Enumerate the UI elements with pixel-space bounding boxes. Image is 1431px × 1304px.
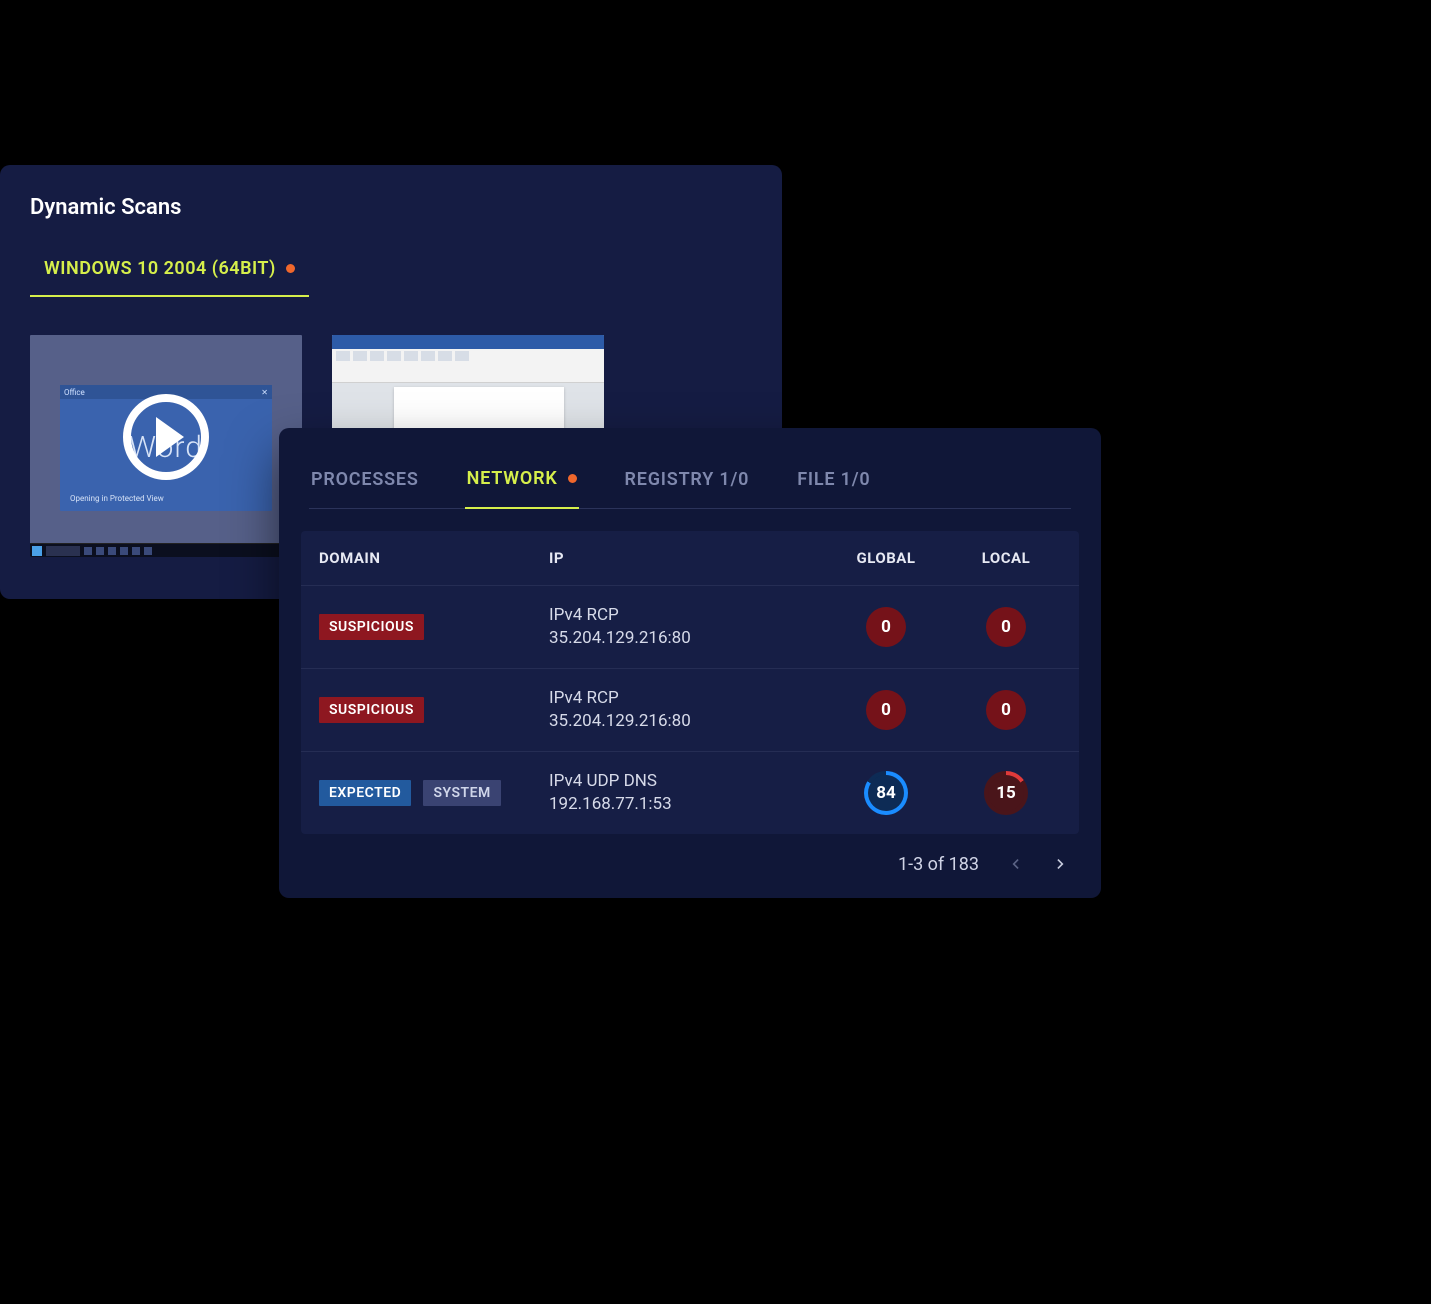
tab-processes-label: PROCESSES bbox=[311, 469, 419, 490]
pagination-label: 1-3 of 183 bbox=[898, 854, 979, 875]
global-score-ring: 84 bbox=[864, 771, 908, 815]
ip-cell: IPv4 RCP 35.204.129.216:80 bbox=[549, 604, 821, 650]
office-brand-label: Office bbox=[64, 388, 85, 397]
col-header-global: GLOBAL bbox=[821, 549, 951, 567]
tab-file-label: FILE 1/0 bbox=[797, 469, 870, 490]
table-row[interactable]: SUSPICIOUS IPv4 RCP 35.204.129.216:80 0 … bbox=[301, 586, 1079, 669]
domain-cell: SUSPICIOUS bbox=[319, 697, 549, 723]
start-button-icon bbox=[32, 546, 42, 556]
chevron-right-icon bbox=[1051, 854, 1071, 874]
status-badge-expected: EXPECTED bbox=[319, 780, 411, 806]
os-tab-windows[interactable]: WINDOWS 10 2004 (64BIT) bbox=[30, 254, 309, 297]
word-titlebar bbox=[332, 335, 604, 349]
taskbar-pins bbox=[84, 547, 152, 555]
global-cell: 84 bbox=[821, 771, 951, 815]
global-score: 84 bbox=[868, 775, 904, 811]
ip-cell: IPv4 RCP 35.204.129.216:80 bbox=[549, 687, 821, 733]
ip-cell: IPv4 UDP DNS 192.168.77.1:53 bbox=[549, 770, 821, 816]
chevron-left-icon bbox=[1005, 854, 1025, 874]
tab-network-label: NETWORK bbox=[467, 468, 558, 489]
status-badge-suspicious: SUSPICIOUS bbox=[319, 614, 424, 640]
col-header-ip: IP bbox=[549, 549, 821, 567]
status-dot-icon bbox=[286, 264, 295, 273]
local-cell: 0 bbox=[951, 690, 1061, 730]
ip-address: 35.204.129.216:80 bbox=[549, 710, 821, 733]
global-cell: 0 bbox=[821, 690, 951, 730]
status-badge-system: SYSTEM bbox=[423, 780, 500, 806]
status-dot-icon bbox=[568, 474, 577, 483]
close-icon: ✕ bbox=[261, 388, 268, 397]
ip-address: 192.168.77.1:53 bbox=[549, 793, 821, 816]
tab-registry-label: REGISTRY 1/0 bbox=[625, 469, 750, 490]
word-ribbon bbox=[332, 349, 604, 383]
ip-address: 35.204.129.216:80 bbox=[549, 627, 821, 650]
ip-protocol: IPv4 RCP bbox=[549, 604, 821, 627]
domain-cell: EXPECTED SYSTEM bbox=[319, 780, 549, 806]
global-cell: 0 bbox=[821, 607, 951, 647]
taskbar-search bbox=[46, 546, 80, 556]
table-header-row: DOMAIN IP GLOBAL LOCAL bbox=[301, 531, 1079, 586]
page-next-button[interactable] bbox=[1051, 854, 1071, 874]
table-row[interactable]: SUSPICIOUS IPv4 RCP 35.204.129.216:80 0 … bbox=[301, 669, 1079, 752]
protected-view-label: Opening in Protected View bbox=[70, 494, 164, 503]
network-table: DOMAIN IP GLOBAL LOCAL SUSPICIOUS IPv4 R… bbox=[301, 531, 1079, 834]
dynamic-scans-title: Dynamic Scans bbox=[30, 195, 752, 220]
table-row[interactable]: EXPECTED SYSTEM IPv4 UDP DNS 192.168.77.… bbox=[301, 752, 1079, 834]
windows-taskbar bbox=[30, 543, 302, 557]
tab-file[interactable]: FILE 1/0 bbox=[795, 468, 872, 508]
local-cell: 0 bbox=[951, 607, 1061, 647]
tab-processes[interactable]: PROCESSES bbox=[309, 468, 421, 508]
global-count: 0 bbox=[866, 690, 906, 730]
col-header-local: LOCAL bbox=[951, 549, 1061, 567]
local-count: 0 bbox=[986, 607, 1026, 647]
page-prev-button[interactable] bbox=[1005, 854, 1025, 874]
local-cell: 15 bbox=[951, 771, 1061, 815]
domain-cell: SUSPICIOUS bbox=[319, 614, 549, 640]
tab-network[interactable]: NETWORK bbox=[465, 468, 579, 509]
local-score-ring: 15 bbox=[984, 771, 1028, 815]
local-score: 15 bbox=[988, 775, 1024, 811]
analysis-tabs: PROCESSES NETWORK REGISTRY 1/0 FILE 1/0 bbox=[309, 468, 1071, 509]
local-count: 0 bbox=[986, 690, 1026, 730]
ip-protocol: IPv4 RCP bbox=[549, 687, 821, 710]
tab-registry[interactable]: REGISTRY 1/0 bbox=[623, 468, 752, 508]
pagination: 1-3 of 183 bbox=[279, 834, 1101, 875]
col-header-domain: DOMAIN bbox=[319, 549, 549, 567]
status-badge-suspicious: SUSPICIOUS bbox=[319, 697, 424, 723]
os-tab-label: WINDOWS 10 2004 (64BIT) bbox=[44, 258, 276, 279]
global-count: 0 bbox=[866, 607, 906, 647]
play-icon[interactable] bbox=[123, 394, 209, 480]
network-panel: PROCESSES NETWORK REGISTRY 1/0 FILE 1/0 … bbox=[279, 428, 1101, 898]
ip-protocol: IPv4 UDP DNS bbox=[549, 770, 821, 793]
screenshot-thumbnail-1[interactable]: Office ✕ Word Opening in Protected View bbox=[30, 335, 302, 557]
